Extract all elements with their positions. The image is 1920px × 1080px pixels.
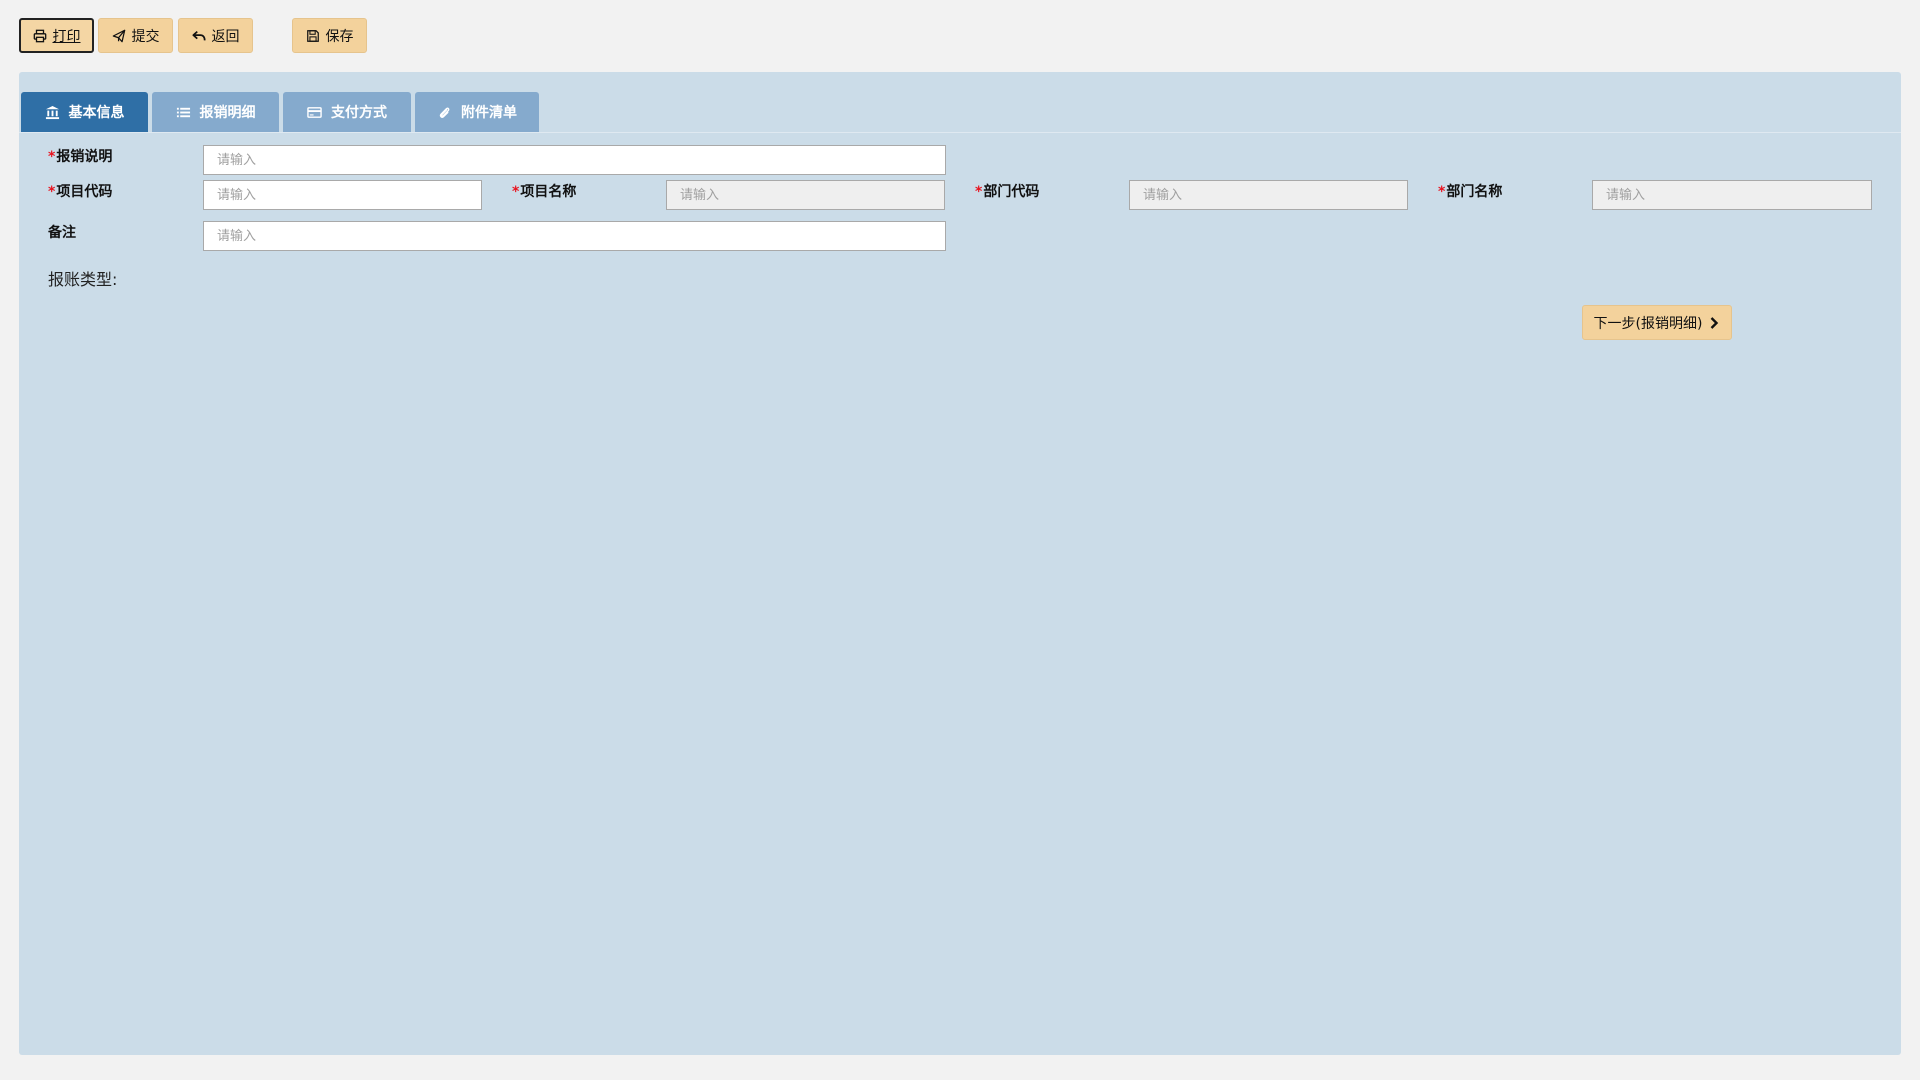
tab-label: 附件清单 [461, 105, 517, 121]
description-input[interactable] [203, 145, 946, 175]
save-icon [306, 29, 320, 43]
required-mark: * [512, 184, 520, 200]
project-code-input[interactable] [203, 180, 482, 210]
remark-label: 备注 [48, 225, 76, 241]
tab-expense-details[interactable]: 报销明细 [152, 92, 279, 132]
back-button-label: 返回 [211, 28, 240, 45]
project-code-label: *项目代码 [48, 184, 113, 200]
tab-label: 支付方式 [331, 105, 387, 121]
required-mark: * [1438, 184, 1446, 200]
undo-icon [191, 29, 206, 43]
back-button[interactable]: 返回 [178, 18, 253, 53]
remark-input[interactable] [203, 221, 946, 251]
reimbursement-type-label: 报账类型: [48, 270, 118, 289]
next-step-button[interactable]: 下一步(报销明细) [1582, 305, 1732, 340]
chevron-right-icon [1708, 316, 1720, 329]
dept-code-input[interactable] [1129, 180, 1408, 210]
tab-attachments[interactable]: 附件清单 [415, 92, 539, 132]
tab-label: 报销明细 [199, 105, 256, 121]
bank-icon [45, 105, 60, 120]
submit-button-label: 提交 [131, 28, 160, 45]
project-name-input[interactable] [666, 180, 945, 210]
print-button[interactable]: 打印 [19, 18, 94, 53]
send-icon [112, 29, 126, 43]
project-name-label: *项目名称 [512, 184, 577, 200]
tab-basic-info[interactable]: 基本信息 [21, 92, 148, 132]
required-mark: * [48, 149, 56, 165]
description-label: *报销说明 [48, 149, 113, 165]
credit-card-icon [307, 105, 322, 120]
dept-code-label: *部门代码 [975, 184, 1040, 200]
paperclip-icon [437, 105, 452, 120]
tab-payment-method[interactable]: 支付方式 [283, 92, 411, 132]
dept-name-input[interactable] [1592, 180, 1872, 210]
print-icon [33, 29, 47, 43]
tab-divider [19, 132, 1901, 133]
required-mark: * [975, 184, 983, 200]
save-button-label: 保存 [325, 28, 354, 45]
form-panel: 基本信息 报销明细 支付方式 附件清单 *报销说明 *项目代码 [19, 72, 1901, 1055]
next-step-button-label: 下一步(报销明细) [1593, 315, 1703, 332]
tab-label: 基本信息 [68, 105, 125, 121]
save-button[interactable]: 保存 [292, 18, 367, 53]
dept-name-label: *部门名称 [1438, 184, 1503, 200]
list-icon [176, 105, 191, 120]
required-mark: * [48, 184, 56, 200]
submit-button[interactable]: 提交 [98, 18, 173, 53]
print-button-label: 打印 [52, 28, 81, 45]
